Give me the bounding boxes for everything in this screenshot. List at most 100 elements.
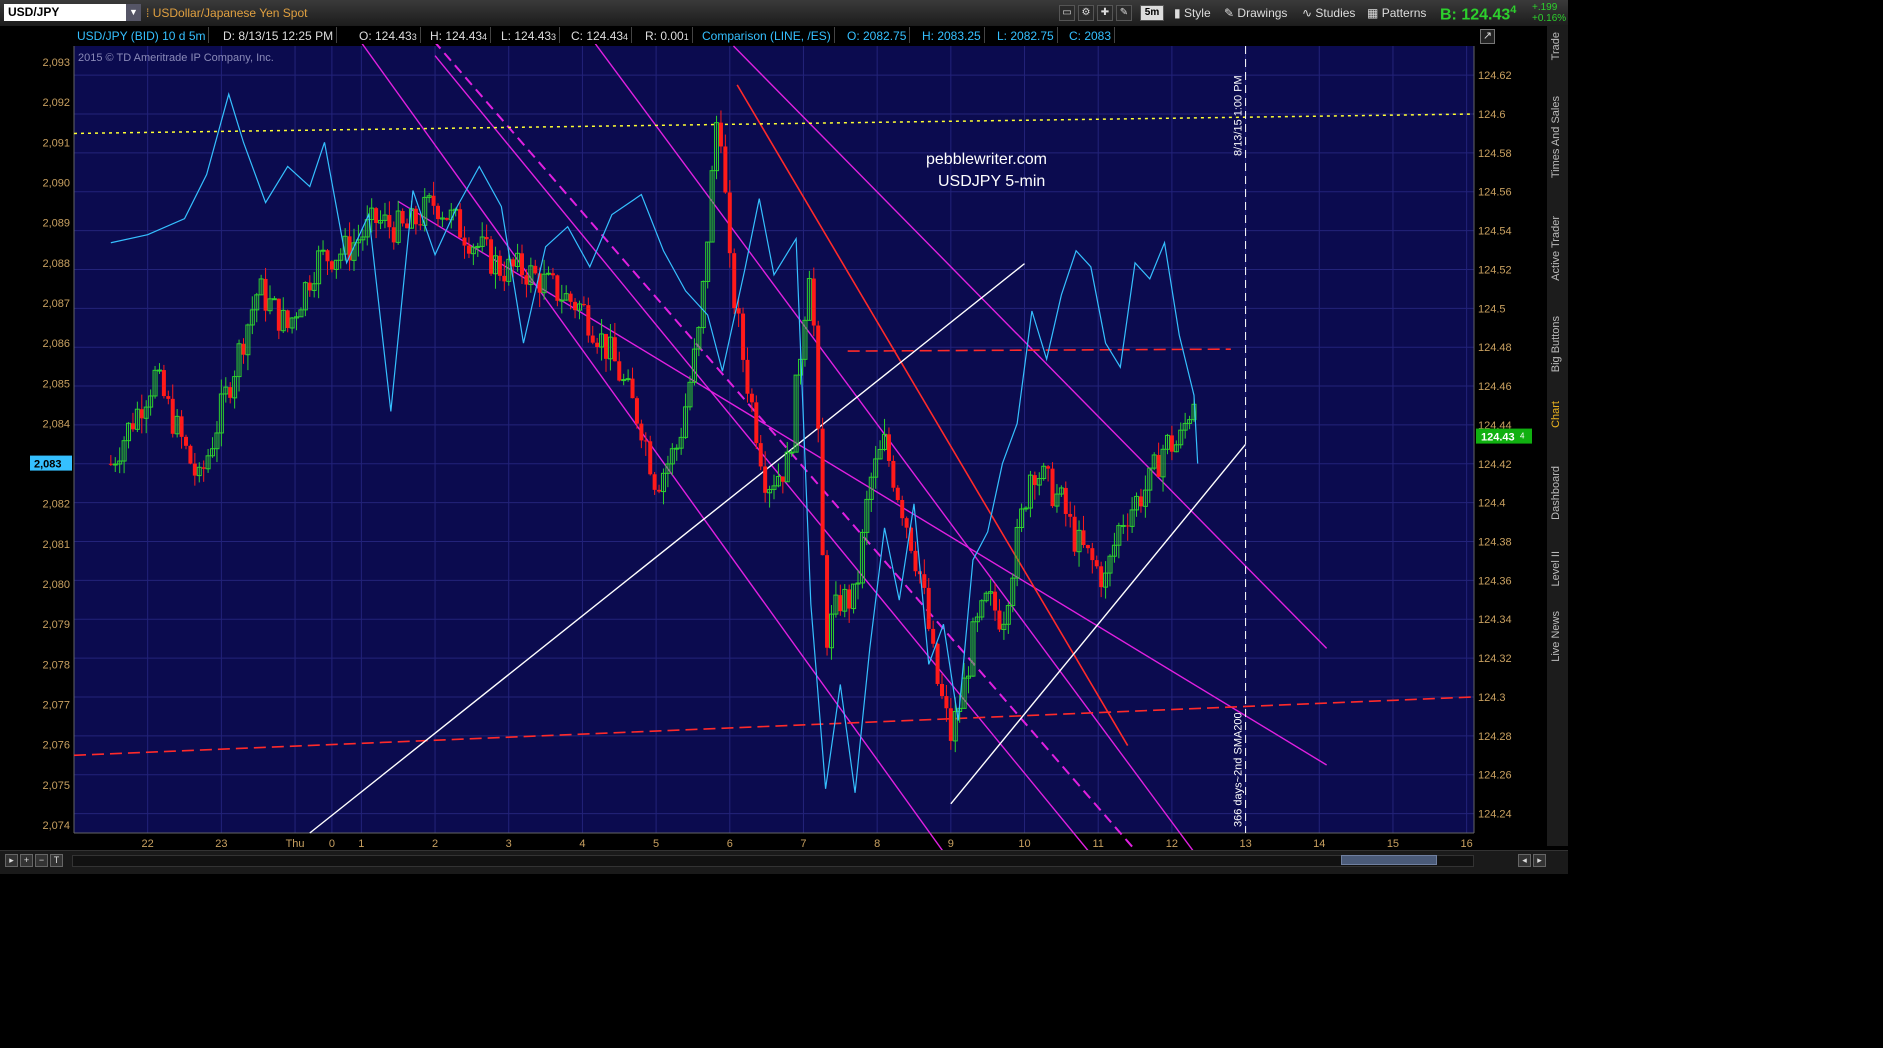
candle-down: [749, 393, 754, 403]
candle-down: [263, 278, 268, 311]
tab-level-ii[interactable]: Level II: [1550, 551, 1564, 586]
drawings-menu[interactable]: ✎ Drawings: [1224, 5, 1287, 21]
candle-down: [170, 398, 175, 434]
symbol-dropdown-icon[interactable]: ▼: [126, 4, 141, 21]
annotation-title: USDJPY 5-min: [938, 173, 1045, 190]
price-tick-label: 124.5: [1478, 303, 1506, 315]
zoom-in-icon[interactable]: +: [20, 854, 33, 867]
symbol-input[interactable]: USD/JPY: [4, 4, 126, 21]
candle-down: [1046, 466, 1051, 469]
candle-down: [228, 387, 233, 398]
candle-down: [811, 278, 816, 326]
price-tick-label: 124.42: [1478, 459, 1512, 471]
time-tick-label: 1: [358, 838, 364, 850]
tab-times-and-sales[interactable]: Times And Sales: [1550, 96, 1564, 178]
change-percent: +0.16%: [1532, 13, 1567, 24]
candle-down: [895, 487, 900, 501]
candle-down: [1072, 516, 1077, 552]
candle-up: [1120, 524, 1126, 527]
tab-trade[interactable]: Trade: [1550, 32, 1564, 60]
candle-down: [188, 445, 193, 464]
time-tick-label: 16: [1461, 838, 1473, 850]
price-chart: 2,093 2,092 2,091 2,090 2,089 2,088 2,087 2,086…: [30, 44, 1532, 850]
candle-down: [489, 239, 494, 274]
candle-down: [612, 337, 617, 362]
wrench-icon[interactable]: ✎: [1116, 5, 1132, 21]
candle-down: [825, 555, 830, 648]
candle-down: [590, 335, 595, 343]
time-scrollbar-thumb[interactable]: [1341, 855, 1437, 865]
candle-down: [847, 589, 852, 609]
comparison-tick-label: 2,093: [42, 57, 70, 69]
patterns-menu[interactable]: ▦ Patterns: [1367, 5, 1426, 21]
candle-down: [1050, 468, 1055, 507]
info-range-frac: 1: [683, 32, 689, 42]
scroll-right-icon[interactable]: ▸: [1533, 854, 1546, 867]
candle-down: [329, 261, 334, 270]
annotation-sma200: 366 days~2nd SMA200: [1233, 712, 1245, 827]
comparison-tick-label: 2,076: [42, 740, 70, 752]
price-tick-label: 124.32: [1478, 653, 1512, 665]
candle-down: [732, 253, 737, 309]
candle-down: [520, 253, 524, 276]
zoom-out-icon[interactable]: −: [35, 854, 48, 867]
price-tick-label: 124.3: [1478, 692, 1506, 704]
tab-active-trader[interactable]: Active Trader: [1550, 216, 1564, 281]
tab-live-news[interactable]: Live News: [1550, 611, 1564, 662]
candle-down: [511, 259, 516, 267]
candle-down: [745, 359, 750, 394]
settings-gear-icon[interactable]: ⚙: [1078, 5, 1094, 21]
time-axis: 22 23 Thu 0 1 2 3 4 5 6 7 8 9 10 11 12 13 14 15 16: [142, 838, 1473, 850]
price-tick-label: 124.26: [1478, 770, 1512, 782]
price-tick-label: 124.54: [1478, 226, 1512, 238]
drawing-cross-icon[interactable]: ✚: [1097, 5, 1113, 21]
studies-menu[interactable]: ∿ Studies: [1302, 5, 1355, 21]
tab-big-buttons[interactable]: Big Buttons: [1550, 316, 1564, 372]
comparison-tick-label: 2,085: [42, 378, 70, 390]
candle-down: [816, 325, 821, 429]
left-axis: 2,093 2,092 2,091 2,090 2,089 2,088 2,087 2,086…: [30, 57, 72, 832]
time-tick-label: 8: [874, 838, 880, 850]
info-low-frac: 3: [551, 32, 557, 42]
symbol-description: ⁞ USDollar/Japanese Yen Spot: [146, 6, 307, 20]
time-tick-label: 3: [506, 838, 512, 850]
candle-down: [568, 293, 573, 302]
candle-down: [948, 708, 953, 741]
interval-badge[interactable]: 5m: [1140, 5, 1164, 21]
candle-down: [639, 423, 644, 441]
candle-down: [241, 343, 246, 355]
candle-down: [161, 370, 166, 397]
time-scrollbar[interactable]: [72, 855, 1474, 867]
candle-up: [674, 447, 680, 450]
candle-down: [652, 474, 657, 490]
candle-down: [634, 398, 639, 424]
comparison-last-text: 2,083: [34, 459, 62, 471]
candle-down: [727, 192, 732, 254]
candle-down: [891, 460, 896, 488]
comparison-tick-label: 2,075: [42, 780, 70, 792]
price-tick-label: 124.38: [1478, 537, 1512, 549]
candle-down: [754, 402, 759, 444]
chart-type-icon[interactable]: ▭: [1059, 5, 1075, 21]
candle-down: [1068, 513, 1073, 517]
time-tick-label: 0: [329, 838, 335, 850]
candle-down: [436, 205, 440, 220]
price-tick-label: 124.36: [1478, 575, 1512, 587]
style-menu[interactable]: ▮ Style: [1174, 5, 1211, 21]
zoom-icon[interactable]: ▸: [5, 854, 18, 867]
tab-dashboard[interactable]: Dashboard: [1550, 466, 1564, 520]
info-high-frac: 4: [482, 32, 488, 42]
candle-down: [630, 378, 635, 399]
comparison-tick-label: 2,089: [42, 218, 70, 230]
candle-down: [387, 215, 392, 228]
symbol-description-text: USDollar/Japanese Yen Spot: [152, 6, 308, 20]
tab-chart[interactable]: Chart: [1550, 401, 1564, 428]
text-tool-icon[interactable]: T: [50, 854, 63, 867]
scroll-left-icon[interactable]: ◂: [1518, 854, 1531, 867]
info-open-value: O: 124.43: [359, 29, 412, 43]
symbol-link-icon: ⁞: [146, 6, 150, 20]
time-tick-label: 14: [1313, 838, 1325, 850]
expand-icon[interactable]: ↗: [1480, 29, 1495, 44]
time-tick-label: 9: [948, 838, 954, 850]
candle-down: [926, 587, 931, 629]
